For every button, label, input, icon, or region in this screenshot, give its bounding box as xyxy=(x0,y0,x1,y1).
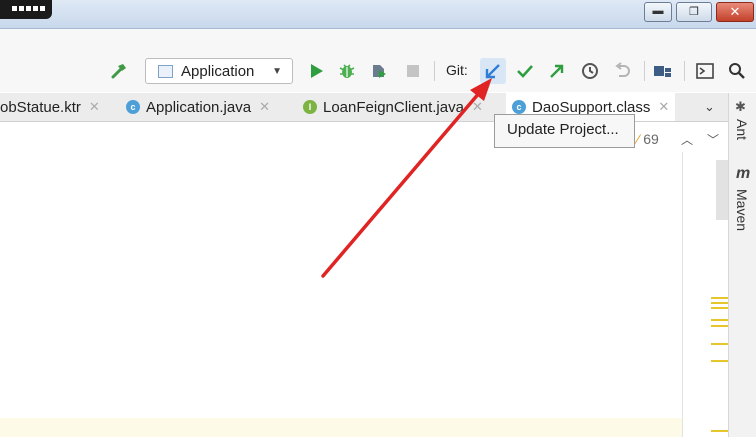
annotation-arrow xyxy=(321,78,492,278)
